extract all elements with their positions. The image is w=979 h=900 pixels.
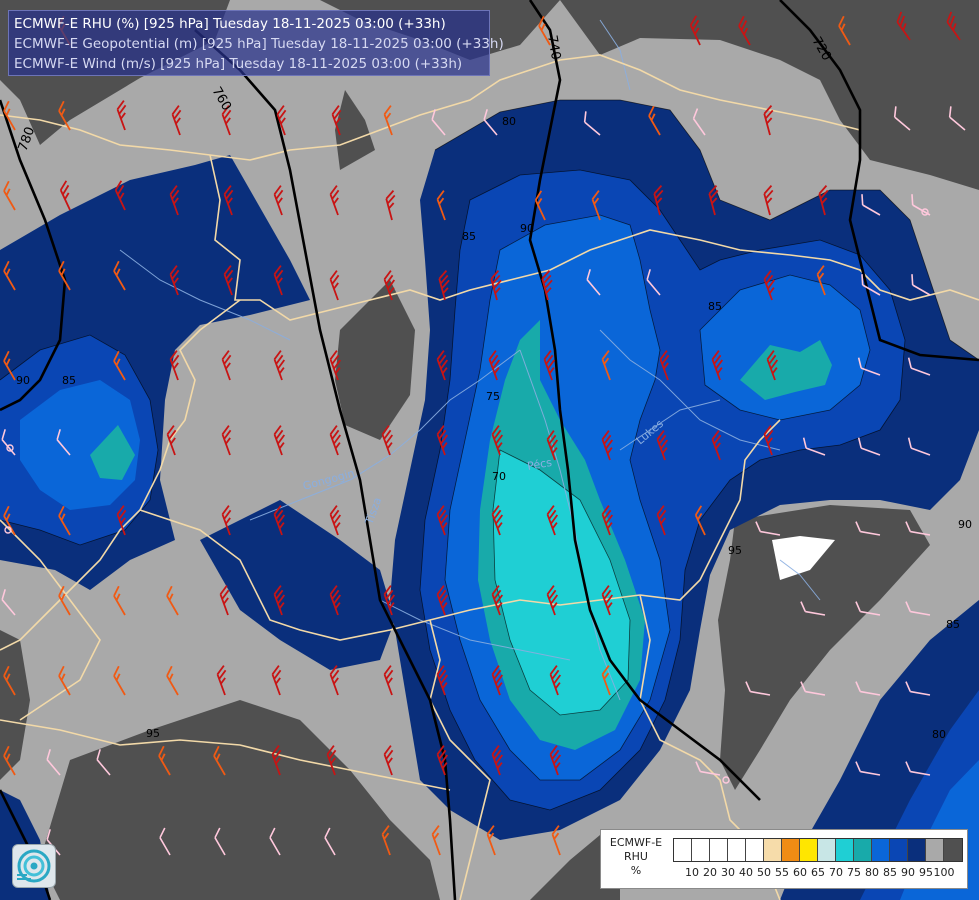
legend-swatch [674, 839, 692, 861]
legend-swatch [764, 839, 782, 861]
rh-contour-label: 75 [486, 390, 500, 403]
legend-swatch [746, 839, 764, 861]
rh-contour-label: 85 [62, 374, 76, 387]
rh-contour-label: 90 [16, 374, 30, 387]
legend-swatch [908, 839, 926, 861]
legend-swatch [836, 839, 854, 861]
legend-swatch-strip [673, 838, 963, 862]
ecmwf-swirl-logo-icon [12, 844, 56, 888]
legend-swatch [800, 839, 818, 861]
rh-contour-label: 80 [502, 115, 516, 128]
map-title-box: ECMWF-E RHU (%) [925 hPa] Tuesday 18-11-… [8, 10, 504, 76]
rh-contour-label: 90 [958, 518, 972, 531]
title-line-rhu: ECMWF-E RHU (%) [925 hPa] Tuesday 18-11-… [14, 16, 446, 32]
rh-contour-label: 80 [932, 728, 946, 741]
legend-swatch [854, 839, 872, 861]
rh-contour-label: 70 [492, 470, 506, 483]
legend-swatch [872, 839, 890, 861]
title-line-geopotential: ECMWF-E Geopotential (m) [925 hPa] Tuesd… [14, 36, 504, 52]
rh-contour-label: 95 [146, 727, 160, 740]
weather-map: 780 760 740 720 90 85 80 85 90 85 75 70 … [0, 0, 979, 900]
rh-contour-label: 85 [708, 300, 722, 313]
legend-title: ECMWF-E RHU % [605, 836, 667, 878]
rh-contour-label: 95 [728, 544, 742, 557]
rh-contour-label: 90 [520, 222, 534, 235]
legend-swatch [926, 839, 944, 861]
legend-swatch [710, 839, 728, 861]
rh-contour-label: 85 [946, 618, 960, 631]
legend-title-model: ECMWF-E [609, 836, 663, 849]
color-legend: ECMWF-E RHU % 10 20 30 40 50 55 60 65 70 75 80 85 90… [600, 829, 968, 889]
legend-swatch [782, 839, 800, 861]
legend-swatch [728, 839, 746, 861]
legend-tick-label: 100 [933, 866, 955, 879]
rh-contour-label: 85 [462, 230, 476, 243]
legend-swatch [890, 839, 908, 861]
legend-swatch [818, 839, 836, 861]
legend-swatch [944, 839, 962, 861]
title-line-wind: ECMWF-E Wind (m/s) [925 hPa] Tuesday 18-… [14, 56, 463, 72]
legend-swatch [692, 839, 710, 861]
legend-title-unit: % [630, 864, 642, 877]
legend-title-variable: RHU [624, 850, 648, 863]
